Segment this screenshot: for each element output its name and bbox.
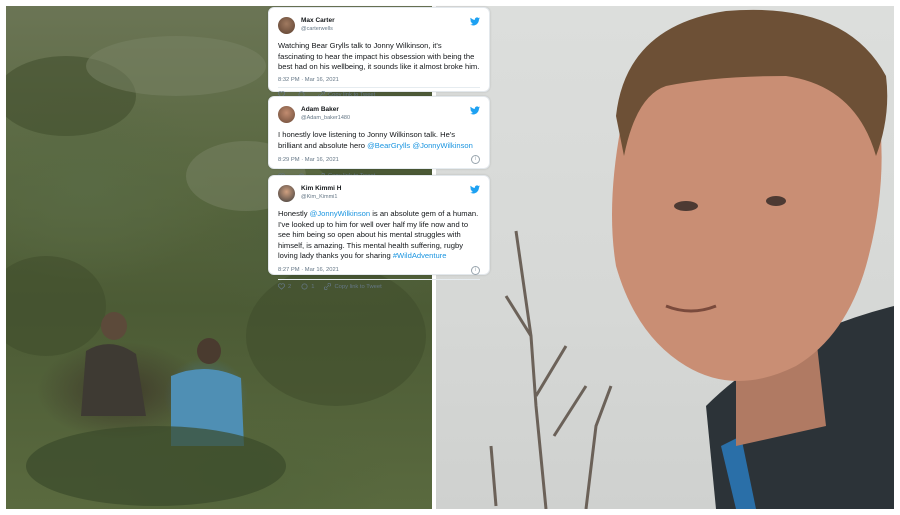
tweet-timestamp[interactable]: 8:27 PM · Mar 16, 2021	[278, 267, 339, 273]
tweet-timestamp[interactable]: 8:32 PM · Mar 16, 2021	[278, 77, 339, 83]
tweet-text-body: Honestly	[278, 209, 310, 218]
avatar[interactable]	[278, 184, 295, 202]
avatar[interactable]	[278, 105, 295, 123]
display-name[interactable]: Max Carter	[301, 16, 335, 25]
right-portrait-photo	[436, 6, 894, 509]
user-handle[interactable]: @carterwells	[301, 25, 335, 34]
twitter-bird-icon[interactable]	[470, 185, 480, 194]
man-portrait	[489, 9, 894, 509]
user-handle[interactable]: @Kim_Kimmi1	[301, 193, 341, 202]
heart-icon	[278, 283, 285, 290]
twitter-bird-icon[interactable]	[470, 106, 480, 115]
display-name[interactable]: Adam Baker	[301, 105, 350, 114]
twitter-bird-icon[interactable]	[470, 17, 480, 26]
avatar[interactable]	[278, 16, 295, 34]
like-button[interactable]: 2	[278, 283, 291, 290]
reply-count: 1	[311, 283, 315, 290]
tweet-card-2[interactable]: Adam Baker @Adam_baker1480 I honestly lo…	[268, 96, 490, 180]
mention-link[interactable]: @BearGrylls	[367, 141, 410, 150]
info-icon[interactable]: i	[471, 155, 480, 164]
reply-icon	[301, 283, 308, 290]
hashtag-link[interactable]: #WildAdventure	[393, 251, 447, 260]
like-count: 2	[288, 283, 292, 290]
copy-link-button[interactable]: Copy link to Tweet	[324, 283, 382, 290]
tweet-text: I honestly love listening to Jonny Wilki…	[278, 130, 480, 151]
user-handle[interactable]: @Adam_baker1480	[301, 114, 350, 123]
tweet-text: Watching Bear Grylls talk to Jonny Wilki…	[278, 41, 480, 71]
tweet-text: Honestly @JonnyWilkinson is an absolute …	[278, 209, 480, 262]
tweet-card-1[interactable]: Max Carter @carterwells Watching Bear Gr…	[268, 7, 490, 98]
display-name[interactable]: Kim Kimmi H	[301, 184, 341, 193]
reply-button[interactable]: 1	[301, 283, 314, 290]
mention-link[interactable]: @JonnyWilkinson	[310, 209, 370, 218]
info-icon[interactable]: i	[471, 265, 480, 275]
mention-link[interactable]: @JonnyWilkinson	[412, 141, 472, 150]
copy-link-label: Copy link to Tweet	[334, 283, 382, 290]
link-icon	[324, 283, 332, 290]
tweet-timestamp[interactable]: 8:29 PM · Mar 16, 2021	[278, 157, 339, 163]
tweet-card-3[interactable]: Kim Kimmi H @Kim_Kimmi1 Honestly @JonnyW…	[268, 175, 490, 290]
